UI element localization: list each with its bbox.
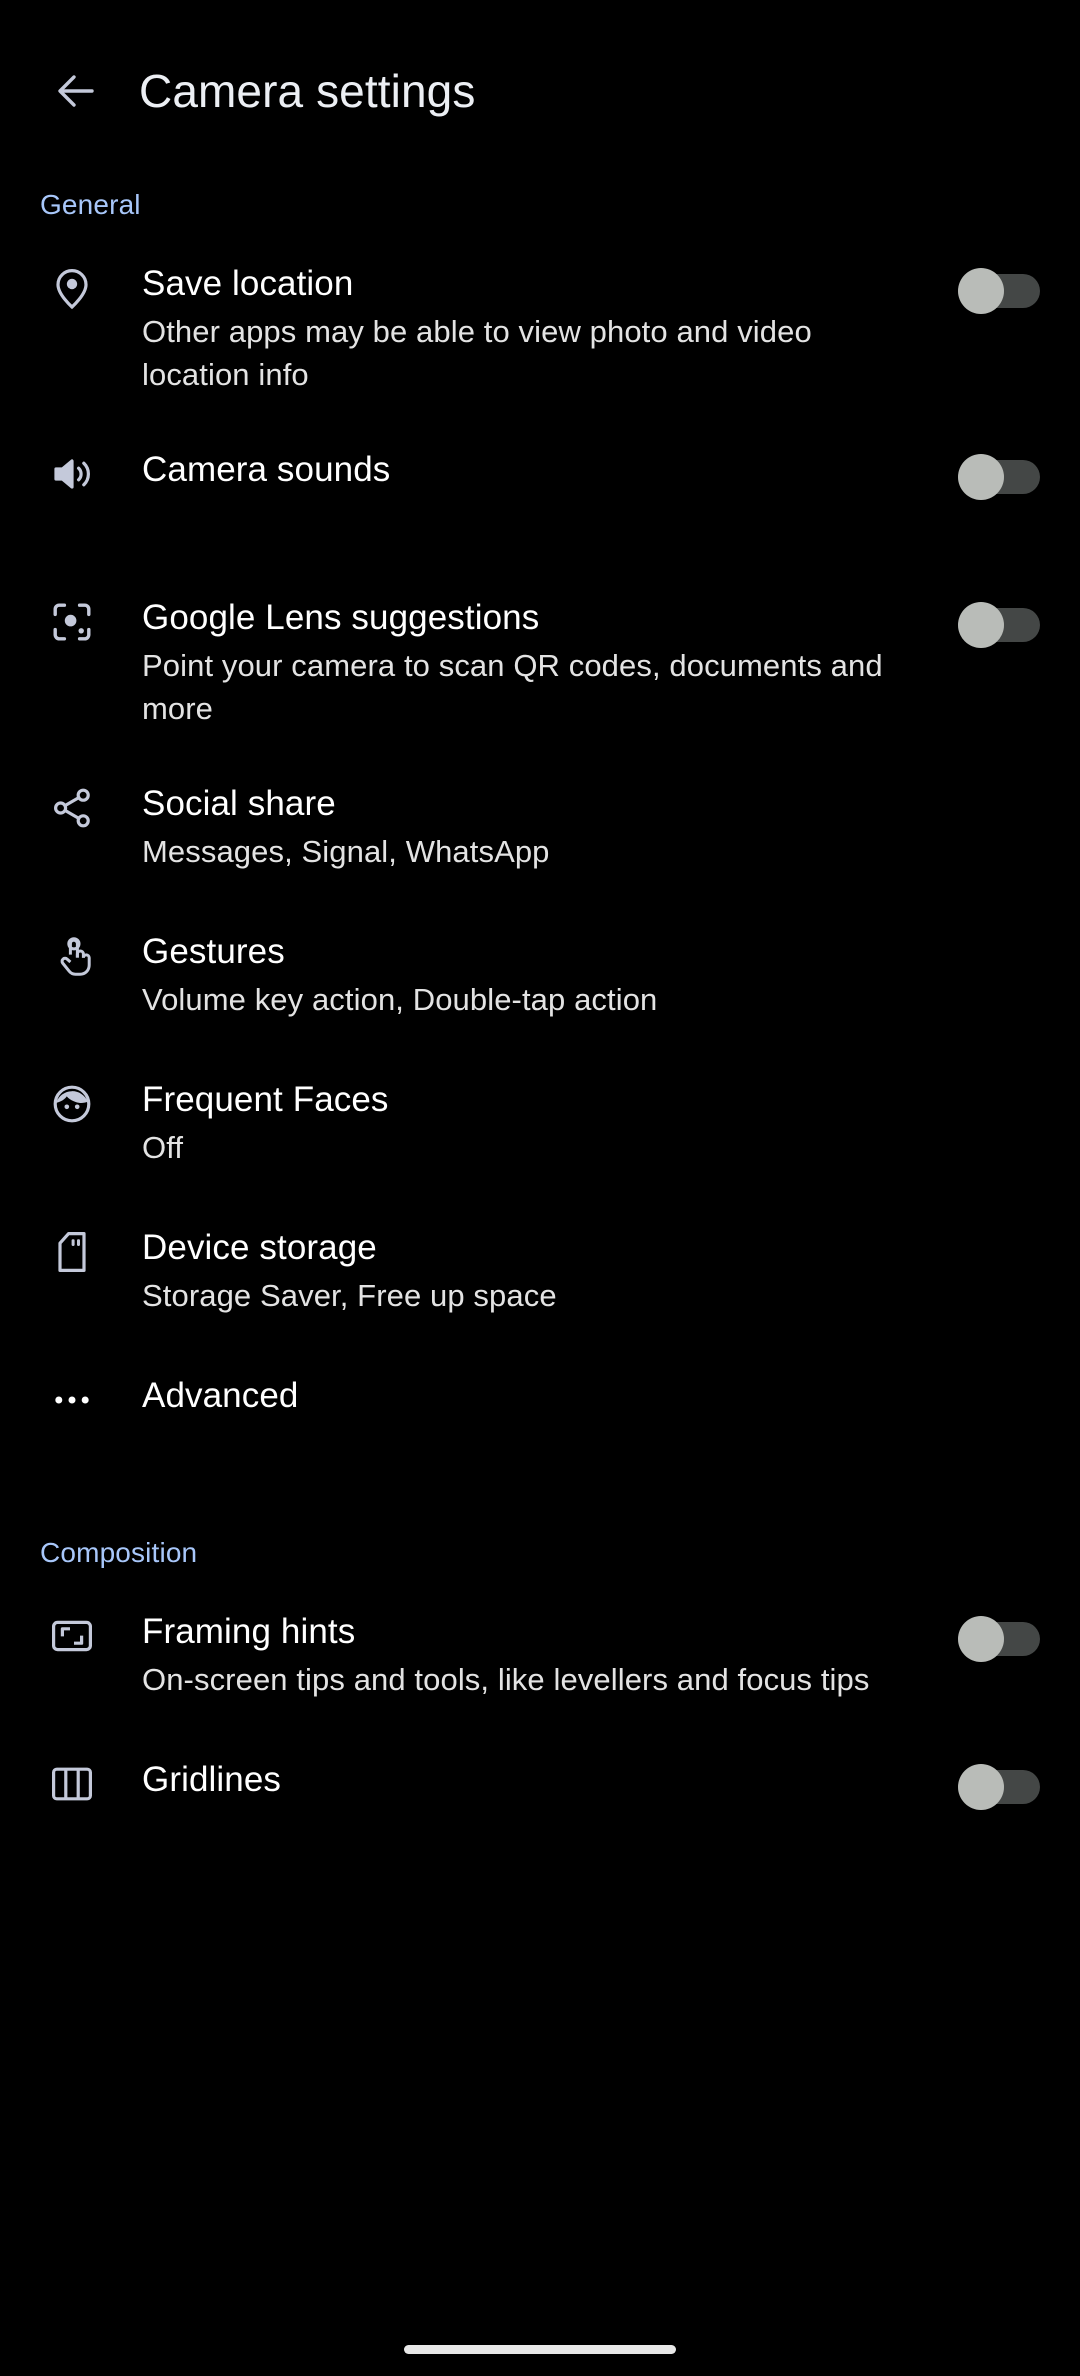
switch-save-location[interactable] — [958, 268, 1040, 314]
pref-title: Device storage — [142, 1228, 377, 1267]
pref-gridlines[interactable]: Gridlines — [0, 1758, 1080, 1854]
location-pin-icon — [40, 262, 104, 312]
section-header-general: General — [40, 189, 141, 220]
settings-scroll-content[interactable]: General Save location Other apps may be … — [0, 188, 1080, 1854]
grid-columns-icon — [40, 1758, 104, 1808]
section-header-composition: Composition — [40, 1537, 198, 1568]
pref-title: Gridlines — [142, 1760, 282, 1799]
pref-title: Frequent Faces — [142, 1080, 389, 1119]
back-button[interactable] — [40, 55, 112, 127]
switch-thumb — [958, 454, 1004, 500]
page-title: Camera settings — [139, 65, 476, 117]
face-icon — [40, 1078, 104, 1128]
app-bar: Camera settings — [0, 0, 1080, 182]
switch-google-lens-suggestions[interactable] — [958, 602, 1040, 648]
google-lens-icon — [40, 596, 104, 646]
pref-google-lens-suggestions[interactable]: Google Lens suggestions Point your camer… — [0, 596, 1080, 730]
pref-summary: On-screen tips and tools, like levellers… — [142, 1662, 870, 1697]
switch-thumb — [958, 268, 1004, 314]
pref-framing-hints[interactable]: Framing hints On-screen tips and tools, … — [0, 1610, 1080, 1706]
switch-camera-sounds[interactable] — [958, 454, 1040, 500]
home-indicator[interactable] — [404, 2345, 676, 2354]
switch-thumb — [958, 1616, 1004, 1662]
pref-title: Save location — [142, 264, 354, 303]
pref-title: Framing hints — [142, 1612, 356, 1651]
switch-thumb — [958, 1764, 1004, 1810]
pref-summary: Volume key action, Double-tap action — [142, 982, 658, 1017]
pref-title: Social share — [142, 784, 336, 823]
pref-title: Camera sounds — [142, 450, 391, 489]
pref-camera-sounds[interactable]: Camera sounds — [0, 448, 1080, 544]
pref-title: Google Lens suggestions — [142, 598, 540, 637]
pref-frequent-faces[interactable]: Frequent Faces Off — [0, 1078, 1080, 1174]
tap-gesture-icon — [40, 930, 104, 980]
arrow-back-icon — [52, 67, 100, 115]
switch-thumb — [958, 602, 1004, 648]
pref-summary: Storage Saver, Free up space — [142, 1278, 557, 1313]
sd-card-icon — [40, 1226, 104, 1276]
pref-social-share[interactable]: Social share Messages, Signal, WhatsApp — [0, 782, 1080, 878]
share-icon — [40, 782, 104, 832]
pref-save-location[interactable]: Save location Other apps may be able to … — [0, 262, 1080, 396]
pref-summary: Off — [142, 1130, 184, 1165]
pref-summary: Messages, Signal, WhatsApp — [142, 834, 550, 869]
switch-gridlines[interactable] — [958, 1764, 1040, 1810]
pref-gestures[interactable]: Gestures Volume key action, Double-tap a… — [0, 930, 1080, 1026]
pref-title: Advanced — [142, 1376, 299, 1415]
pref-summary: Point your camera to scan QR codes, docu… — [142, 648, 883, 726]
pref-advanced[interactable]: Advanced — [0, 1374, 1080, 1470]
pref-summary: Other apps may be able to view photo and… — [142, 314, 812, 392]
framing-crop-icon — [40, 1610, 104, 1660]
pref-title: Gestures — [142, 932, 285, 971]
more-horizontal-icon — [40, 1374, 104, 1424]
volume-up-icon — [40, 448, 104, 498]
pref-device-storage[interactable]: Device storage Storage Saver, Free up sp… — [0, 1226, 1080, 1322]
switch-framing-hints[interactable] — [958, 1616, 1040, 1662]
